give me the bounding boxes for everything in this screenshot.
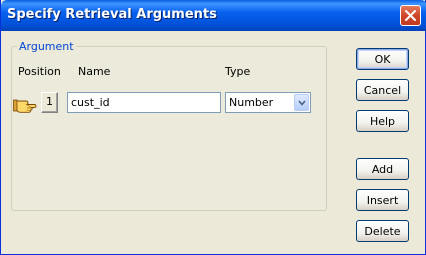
argument-type-value: Number bbox=[229, 96, 274, 109]
type-dropdown-button[interactable] bbox=[294, 94, 309, 111]
title-bar[interactable]: Specify Retrieval Arguments bbox=[1, 0, 426, 31]
insert-button[interactable]: Insert bbox=[356, 189, 409, 211]
delete-button[interactable]: Delete bbox=[356, 220, 409, 242]
close-button[interactable] bbox=[400, 5, 421, 26]
dialog-window: Specify Retrieval Arguments Argument Pos… bbox=[0, 0, 426, 255]
cancel-button[interactable]: Cancel bbox=[356, 79, 409, 101]
argument-name-input[interactable] bbox=[67, 92, 221, 113]
pointing-hand-icon bbox=[13, 99, 37, 113]
chevron-down-icon bbox=[298, 100, 306, 106]
type-column-header: Type bbox=[225, 65, 251, 78]
argument-group-legend: Argument bbox=[17, 40, 76, 53]
position-column-header: Position bbox=[18, 65, 61, 78]
close-icon bbox=[405, 10, 416, 21]
add-button[interactable]: Add bbox=[356, 158, 409, 180]
row-position: 1 bbox=[41, 92, 58, 113]
window-title: Specify Retrieval Arguments bbox=[7, 7, 217, 22]
argument-type-select[interactable]: Number bbox=[225, 92, 311, 113]
ok-button[interactable]: OK bbox=[356, 48, 409, 70]
name-column-header: Name bbox=[78, 65, 111, 78]
help-button[interactable]: Help bbox=[356, 110, 409, 132]
